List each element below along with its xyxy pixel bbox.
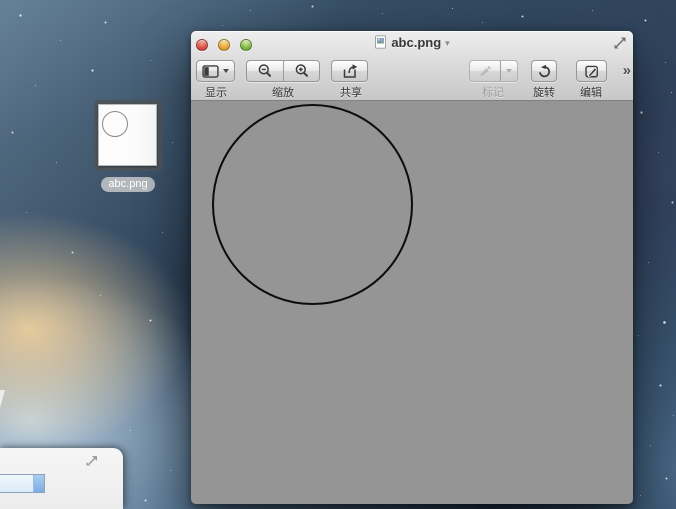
background-window-control[interactable] bbox=[0, 474, 45, 493]
edit-pencil-icon bbox=[584, 64, 600, 79]
edit-label: 编辑 bbox=[561, 84, 621, 100]
markup-pen-icon bbox=[478, 64, 493, 78]
display-button[interactable] bbox=[196, 60, 235, 82]
window-chrome: abc.png ▾ bbox=[191, 31, 633, 101]
markup-pen-segment[interactable] bbox=[470, 61, 500, 81]
background-window-fragment[interactable] bbox=[0, 448, 123, 509]
desktop-icon-label[interactable]: abc.png bbox=[101, 177, 154, 192]
document-proxy-icon[interactable] bbox=[374, 35, 387, 49]
toolbar-overflow-chevrons[interactable]: » bbox=[623, 62, 629, 79]
chevron-down-icon bbox=[223, 69, 229, 73]
zoom-out-button[interactable] bbox=[247, 61, 283, 81]
markup-dropdown-segment[interactable] bbox=[500, 61, 517, 81]
wallpaper-stars bbox=[0, 0, 1, 1]
fullscreen-icon[interactable] bbox=[612, 35, 628, 51]
expand-icon[interactable] bbox=[82, 453, 100, 471]
desktop-icon-abc-png[interactable] bbox=[94, 100, 162, 171]
rotate-left-icon bbox=[537, 64, 552, 79]
title-group: abc.png ▾ bbox=[191, 31, 633, 53]
sidebar-view-icon bbox=[202, 65, 219, 78]
background-window-control-strip bbox=[33, 475, 44, 492]
share-icon bbox=[341, 63, 359, 79]
display-label: 显示 bbox=[186, 84, 246, 100]
edit-button[interactable] bbox=[576, 60, 607, 82]
rotate-button[interactable] bbox=[531, 60, 557, 82]
share-button[interactable] bbox=[331, 60, 368, 82]
image-content[interactable] bbox=[191, 101, 633, 504]
title-disclosure-icon[interactable]: ▾ bbox=[445, 36, 450, 49]
zoom-label: 缩放 bbox=[253, 84, 313, 100]
zoom-in-button[interactable] bbox=[283, 61, 319, 81]
markup-button[interactable] bbox=[469, 60, 518, 82]
desktop-icon-label-wrap: abc.png bbox=[94, 174, 162, 192]
background-window-corner bbox=[0, 390, 5, 408]
share-label: 共享 bbox=[321, 84, 381, 100]
chevron-down-icon bbox=[506, 69, 512, 73]
thumbnail-circle-shape bbox=[102, 111, 128, 137]
file-thumbnail bbox=[98, 104, 157, 166]
zoom-control bbox=[246, 60, 320, 82]
preview-window: abc.png ▾ bbox=[191, 31, 633, 504]
titlebar[interactable]: abc.png ▾ bbox=[191, 31, 633, 53]
circle-shape bbox=[212, 104, 413, 305]
desktop-surface[interactable]: abc.png abc.png bbox=[0, 0, 676, 509]
window-title: abc.png bbox=[391, 35, 441, 50]
